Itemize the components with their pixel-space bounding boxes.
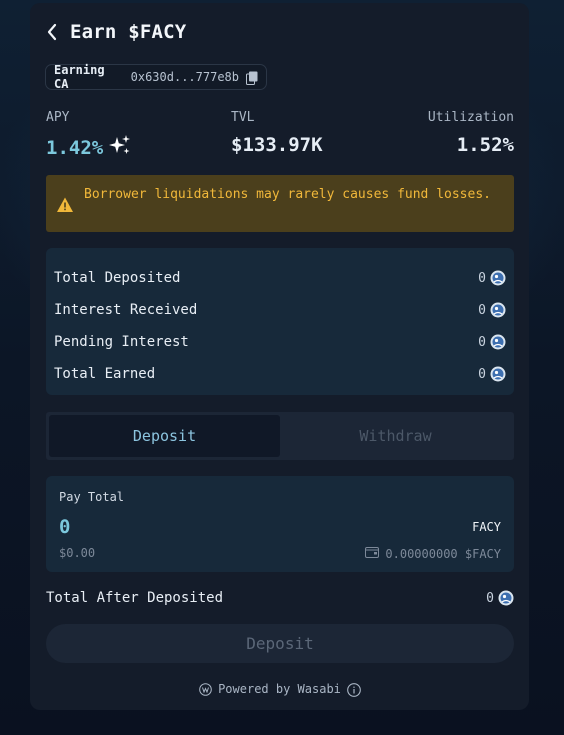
summary-label: Total Earned (54, 366, 156, 382)
stats-row: APY 1.42% TVL $133.97K Utilization 1.52% (46, 107, 514, 159)
tab-withdraw[interactable]: Withdraw (280, 415, 511, 457)
earn-card: Earn $FACY Earning CA 0x630d...777e8b AP… (30, 3, 529, 710)
pay-total-label: Pay Total (59, 490, 125, 504)
token-icon (490, 334, 506, 350)
apy-value: 1.42% (46, 136, 104, 159)
contract-label: Earning CA (54, 63, 105, 91)
contract-address: 0x630d...777e8b (130, 70, 239, 84)
summary-value: 0 (478, 302, 486, 318)
apy-value-group: 1.42% (46, 134, 131, 161)
summary-panel: Total Deposited 0 Interest Received 0 Pe… (46, 248, 514, 395)
token-icon (490, 270, 506, 286)
chevron-left-icon[interactable] (46, 21, 60, 43)
wallet-balance-value: 0.00000000 $FACY (385, 546, 501, 561)
token-icon (490, 302, 506, 318)
wallet-balance[interactable]: 0.00000000 $FACY (365, 546, 501, 561)
usd-value: $0.00 (59, 546, 96, 560)
summary-label: Pending Interest (54, 334, 189, 350)
summary-value-group: 0 (478, 366, 506, 382)
copy-icon[interactable] (246, 70, 258, 85)
page-title: Earn $FACY (70, 21, 187, 43)
tab-deposit[interactable]: Deposit (49, 415, 280, 457)
footer: Powered by Wasabi (30, 679, 529, 699)
footer-text: Powered by Wasabi (218, 682, 341, 696)
warning-triangle-icon (56, 196, 74, 214)
utilization-value: 1.52% (456, 134, 514, 156)
info-icon[interactable] (347, 682, 361, 697)
summary-value: 0 (478, 334, 486, 350)
summary-row-pending-interest: Pending Interest 0 (46, 326, 514, 358)
contract-address-pill[interactable]: Earning CA 0x630d...777e8b (45, 63, 267, 91)
summary-label: Interest Received (54, 302, 198, 318)
deposit-button[interactable]: Deposit (46, 624, 514, 663)
summary-value: 0 (478, 270, 486, 286)
warning-banner: Borrower liquidations may rarely causes … (46, 175, 514, 232)
summary-value-group: 0 (478, 334, 506, 350)
total-after-value-group: 0 (486, 590, 514, 606)
summary-row-total-earned: Total Earned 0 (46, 358, 514, 390)
summary-value-group: 0 (478, 302, 506, 318)
summary-row-interest-received: Interest Received 0 (46, 294, 514, 326)
total-after-value: 0 (486, 590, 494, 606)
summary-value: 0 (478, 366, 486, 382)
token-icon (498, 590, 514, 606)
token-icon (490, 366, 506, 382)
summary-label: Total Deposited (54, 270, 181, 286)
apy-label: APY (46, 110, 70, 125)
total-after-label: Total After Deposited (46, 590, 224, 606)
amount-input[interactable]: 0 (59, 516, 70, 538)
token-symbol: FACY (472, 520, 501, 534)
wallet-icon (365, 546, 380, 561)
tvl-label: TVL (231, 110, 255, 125)
summary-row-total-deposited: Total Deposited 0 (46, 262, 514, 294)
deposit-withdraw-tabs: Deposit Withdraw (46, 412, 514, 460)
sparkles-icon (109, 134, 131, 161)
utilization-label: Utilization (427, 110, 514, 125)
header: Earn $FACY (46, 21, 186, 43)
tvl-value: $133.97K (231, 134, 323, 156)
total-after-row: Total After Deposited 0 (46, 587, 514, 609)
warning-text: Borrower liquidations may rarely causes … (84, 187, 491, 202)
wasabi-logo-icon (199, 682, 212, 696)
pay-total-panel: Pay Total 0 FACY $0.00 0.00000000 $FACY (46, 476, 514, 572)
summary-value-group: 0 (478, 270, 506, 286)
